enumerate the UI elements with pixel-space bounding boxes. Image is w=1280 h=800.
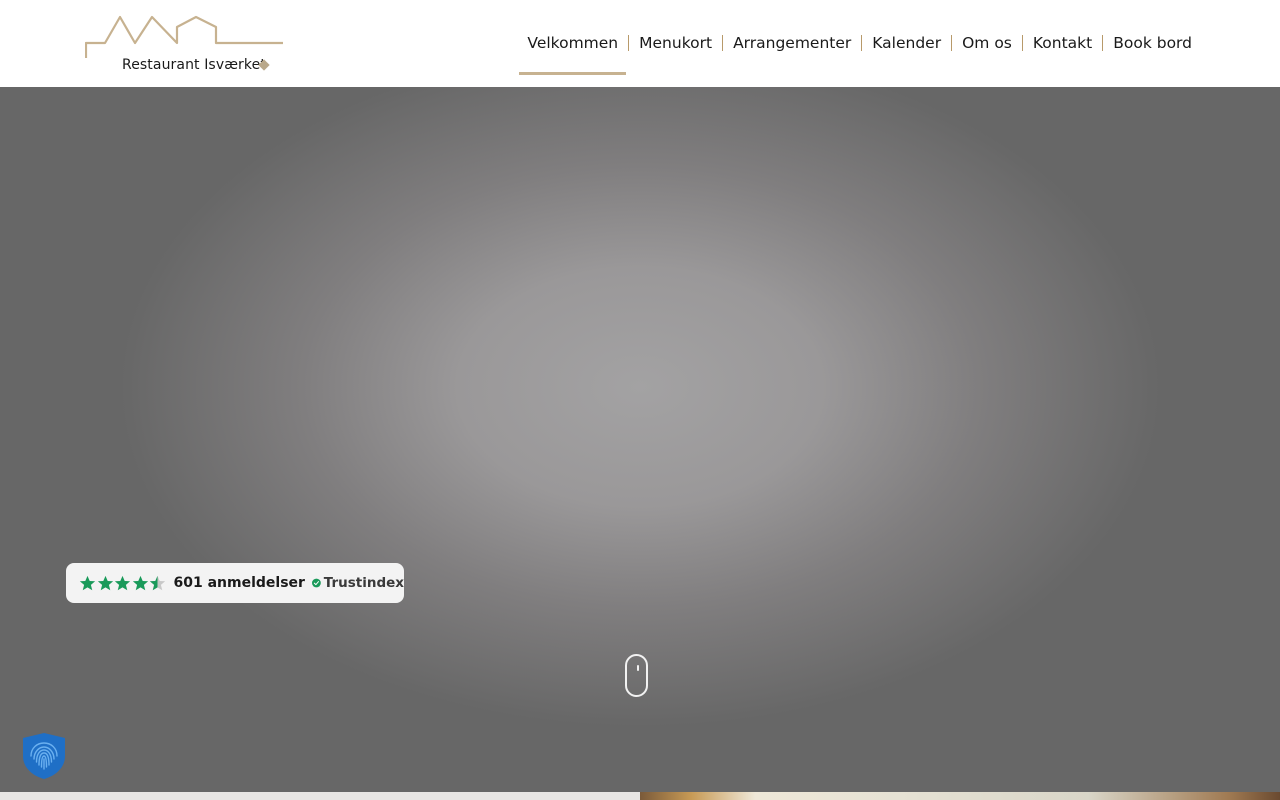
star-full-icon (79, 575, 96, 590)
main-nav: Velkommen Menukort Arrangementer Kalende… (519, 31, 1200, 75)
rating-stars (79, 575, 167, 592)
hero-section: 601 anmeldelser Trustindex (0, 87, 1280, 792)
star-full-icon (132, 575, 148, 590)
nav-separator (1102, 35, 1104, 51)
nav-item-menukort[interactable]: Menukort (631, 34, 720, 52)
content-preview-image (640, 792, 1280, 800)
trustindex-logo: Trustindex (323, 575, 404, 591)
content-preview-left (0, 792, 640, 800)
check-circle-icon (311, 578, 321, 588)
nav-item-om-os[interactable]: Om os (954, 34, 1020, 52)
star-full-icon (97, 575, 113, 590)
star-full-icon (114, 575, 131, 590)
privacy-shield-fingerprint-icon[interactable] (21, 732, 67, 780)
star-half-icon (149, 575, 166, 590)
trustindex-badge[interactable]: 601 anmeldelser Trustindex (66, 563, 404, 603)
mouse-scroll-icon[interactable] (625, 654, 648, 697)
nav-separator (1021, 35, 1023, 51)
nav-separator (722, 35, 724, 51)
nav-item-velkommen[interactable]: Velkommen (519, 34, 626, 75)
nav-separator (951, 35, 953, 51)
nav-item-book-bord[interactable]: Book bord (1105, 34, 1200, 52)
nav-separator (861, 35, 863, 51)
nav-item-kontakt[interactable]: Kontakt (1025, 34, 1100, 52)
scroll-wheel (636, 665, 639, 671)
logo-text: Restaurant Isværket (122, 57, 266, 73)
house-outline-icon (85, 15, 283, 58)
nav-separator (628, 35, 630, 51)
restaurant-logo[interactable]: Restaurant Isværket (85, 14, 285, 76)
reviews-count: 601 anmeldelser (173, 575, 305, 591)
site-header: Restaurant Isværket Velkommen Menukort A… (0, 0, 1280, 87)
nav-item-kalender[interactable]: Kalender (864, 34, 949, 52)
nav-item-arrangementer[interactable]: Arrangementer (725, 34, 859, 52)
